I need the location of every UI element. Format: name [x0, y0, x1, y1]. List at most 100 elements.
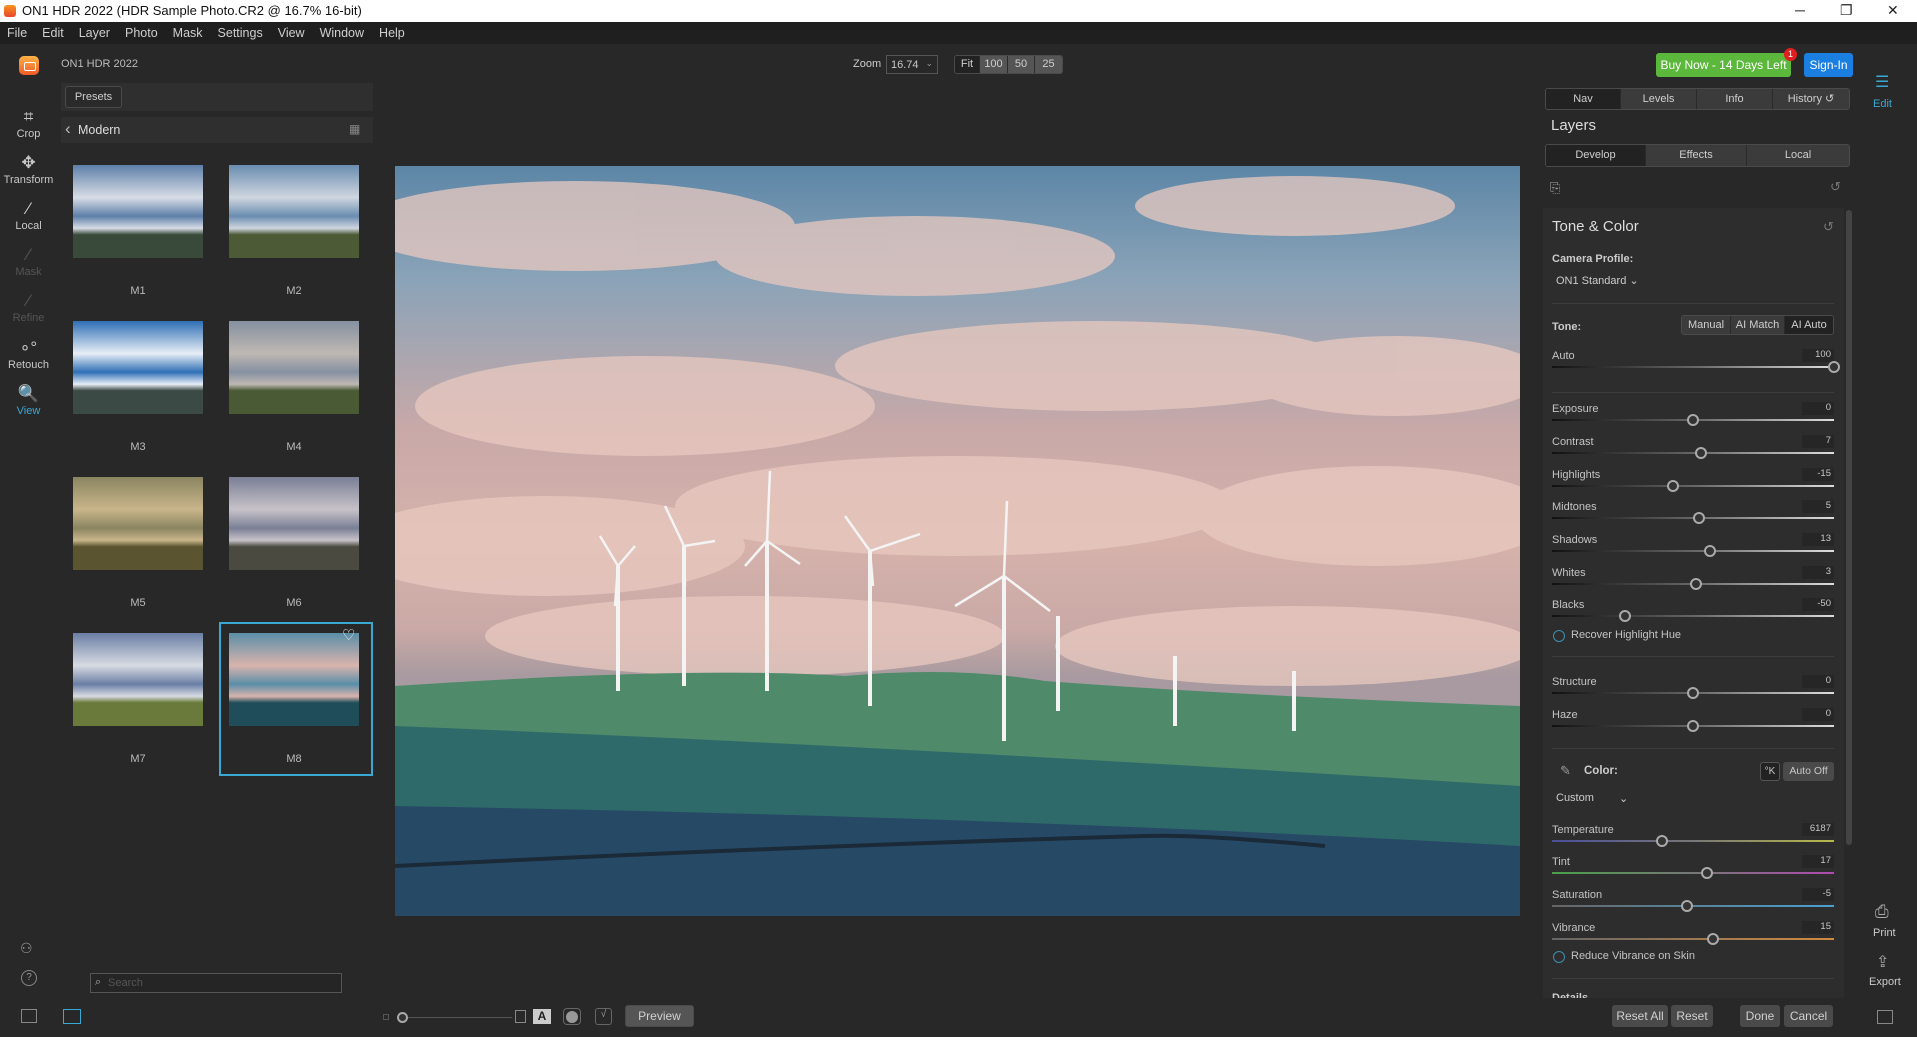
tool-transform[interactable]: ✥ Transform	[0, 152, 57, 186]
structure-slider-thumb[interactable]	[1687, 687, 1699, 699]
exposure-slider[interactable]	[1552, 414, 1834, 426]
cancel-button[interactable]: Cancel	[1784, 1005, 1833, 1027]
vibrance-value[interactable]: 15	[1802, 921, 1834, 934]
tool-local[interactable]: ⁄ Local	[0, 198, 57, 232]
midtones-slider[interactable]	[1552, 512, 1834, 524]
preset-thumbnail-m5[interactable]	[73, 477, 203, 570]
tool-view[interactable]: 🔍 View	[0, 383, 57, 417]
print-label[interactable]: Print	[1873, 927, 1896, 939]
menu-help[interactable]: Help	[372, 22, 413, 44]
vibrance-slider-thumb[interactable]	[1706, 933, 1719, 945]
tint-slider-thumb[interactable]	[1701, 867, 1714, 879]
preset-thumbnail-m7[interactable]	[73, 633, 203, 726]
midtones-value[interactable]: 5	[1802, 500, 1834, 513]
midtones-slider-thumb[interactable]	[1692, 512, 1705, 524]
structure-value[interactable]: 0	[1802, 675, 1834, 688]
saturation-slider[interactable]	[1552, 900, 1834, 912]
highlights-value[interactable]: -15	[1802, 468, 1834, 481]
tab-local[interactable]: Local	[1747, 145, 1849, 166]
tab-nav[interactable]: Nav	[1546, 89, 1621, 109]
edit-sliders-icon[interactable]: ☰	[1875, 72, 1889, 92]
menu-settings[interactable]: Settings	[211, 22, 271, 44]
preset-thumbnail-m4[interactable]	[229, 321, 359, 414]
menu-view[interactable]: View	[271, 22, 313, 44]
export-label[interactable]: Export	[1869, 976, 1901, 988]
tab-effects[interactable]: Effects	[1646, 145, 1747, 166]
tint-value[interactable]: 17	[1802, 855, 1834, 868]
haze-slider[interactable]	[1552, 720, 1834, 732]
edit-module-label[interactable]: Edit	[1873, 98, 1892, 110]
single-view-icon[interactable]	[63, 1009, 81, 1024]
mask-view-icon[interactable]	[563, 1008, 581, 1025]
tone-ai-auto-button[interactable]: AI Auto	[1785, 316, 1833, 334]
exposure-value[interactable]: 0	[1802, 402, 1834, 415]
toggle-left-panel-icon[interactable]	[21, 1009, 37, 1023]
tab-develop[interactable]: Develop	[1546, 145, 1646, 166]
tab-levels[interactable]: Levels	[1621, 89, 1697, 109]
toggle-right-panel-icon[interactable]	[1877, 1010, 1893, 1024]
preset-thumbnail-m2[interactable]	[229, 165, 359, 258]
kelvin-toggle[interactable]: °K	[1760, 762, 1780, 781]
panel-scrollbar[interactable]	[1846, 210, 1852, 845]
temperature-slider[interactable]	[1552, 835, 1834, 847]
temperature-slider-thumb[interactable]	[1655, 835, 1668, 847]
tool-mask[interactable]: ⁄ Mask	[0, 244, 57, 278]
printer-icon[interactable]: ⎙	[1875, 902, 1889, 922]
tint-slider[interactable]	[1552, 867, 1834, 879]
minimize-button[interactable]: ─	[1795, 2, 1805, 18]
compare-icon[interactable]	[515, 1010, 526, 1023]
menu-edit[interactable]: Edit	[35, 22, 72, 44]
text-overlay-icon[interactable]: A	[533, 1009, 551, 1024]
preset-category-row[interactable]: ‹ Modern ▦	[61, 117, 373, 143]
user-settings-icon[interactable]: ⚇	[20, 940, 33, 957]
menu-file[interactable]: File	[0, 22, 35, 44]
soft-proof-icon[interactable]: √	[595, 1008, 612, 1025]
structure-slider[interactable]	[1552, 687, 1834, 699]
reset-button[interactable]: Reset	[1671, 1005, 1713, 1027]
tool-retouch[interactable]: ∘° Retouch	[0, 337, 57, 371]
tool-refine[interactable]: ⁄ Refine	[0, 290, 57, 324]
highlights-slider[interactable]	[1552, 480, 1834, 492]
thumbnail-size-slider[interactable]	[397, 1012, 512, 1023]
preset-thumbnail-m6[interactable]	[229, 477, 359, 570]
menu-layer[interactable]: Layer	[72, 22, 118, 44]
blacks-value[interactable]: -50	[1802, 598, 1834, 611]
close-button[interactable]: ✕	[1887, 2, 1899, 19]
zoom-100-button[interactable]: 100	[980, 56, 1008, 73]
camera-profile-dropdown[interactable]: ON1 Standard ⌄	[1556, 274, 1639, 287]
done-button[interactable]: Done	[1740, 1005, 1780, 1027]
reset-tone-color-icon[interactable]: ↺	[1823, 219, 1834, 235]
buy-now-button[interactable]: Buy Now - 14 Days Left	[1656, 53, 1791, 77]
auto-off-button[interactable]: Auto Off	[1783, 762, 1834, 781]
recover-highlight-hue-checkbox[interactable]	[1553, 630, 1565, 642]
favorite-heart-icon[interactable]: ♡	[342, 626, 355, 644]
back-chevron-icon[interactable]: ‹	[65, 119, 71, 139]
menu-window[interactable]: Window	[313, 22, 372, 44]
white-balance-dropdown[interactable]: Custom ⌄	[1556, 792, 1628, 805]
preset-thumbnail-m3[interactable]	[73, 321, 203, 414]
contrast-slider[interactable]	[1552, 447, 1834, 459]
blacks-slider[interactable]	[1552, 610, 1834, 622]
menu-mask[interactable]: Mask	[166, 22, 211, 44]
tone-manual-button[interactable]: Manual	[1682, 316, 1731, 334]
temperature-value[interactable]: 6187	[1802, 823, 1834, 836]
tone-ai-match-button[interactable]: AI Match	[1731, 316, 1785, 334]
haze-slider-thumb[interactable]	[1687, 720, 1699, 732]
vibrance-slider[interactable]	[1552, 933, 1834, 945]
preset-search[interactable]: ⌕ Search	[90, 973, 342, 993]
whites-value[interactable]: 3	[1802, 566, 1834, 579]
saturation-value[interactable]: -5	[1802, 888, 1834, 901]
contrast-value[interactable]: 7	[1802, 435, 1834, 448]
reset-all-button[interactable]: Reset All	[1612, 1005, 1668, 1027]
main-photo[interactable]	[395, 166, 1520, 916]
grid-view-icon[interactable]: ▦	[349, 122, 360, 136]
auto-slider[interactable]	[1552, 361, 1840, 373]
tool-crop[interactable]: ⌗ Crop	[0, 106, 57, 140]
shadows-slider[interactable]	[1552, 545, 1834, 557]
menu-photo[interactable]: Photo	[118, 22, 166, 44]
eyedropper-icon[interactable]: ✎	[1560, 763, 1571, 779]
zoom-25-button[interactable]: 25	[1035, 56, 1062, 73]
slider-thumb[interactable]	[397, 1012, 408, 1023]
preview-button[interactable]: Preview	[625, 1005, 694, 1027]
exposure-slider-thumb[interactable]	[1687, 414, 1699, 426]
